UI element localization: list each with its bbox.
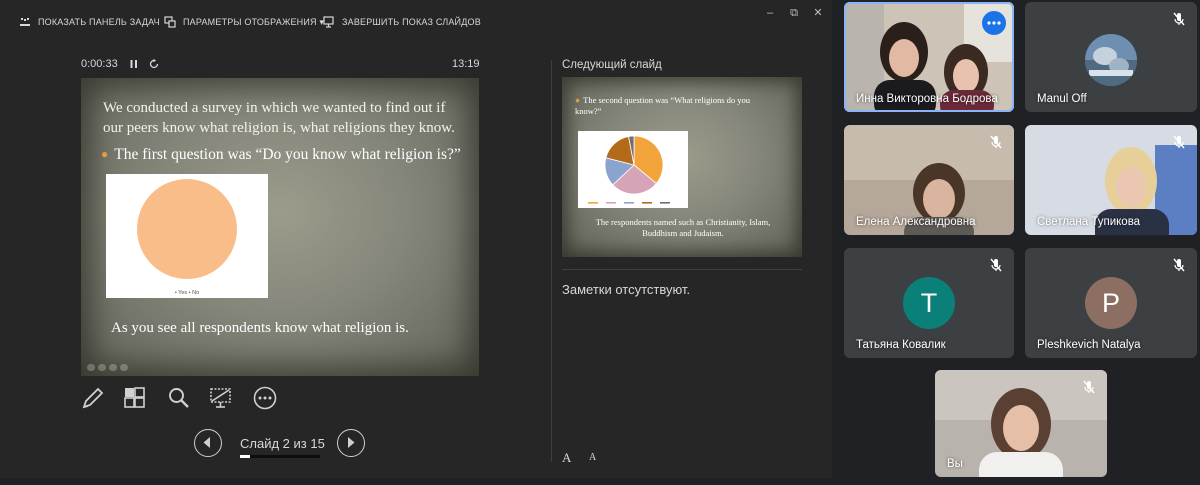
speaker-notes[interactable]: Заметки отсутствуют. — [562, 282, 690, 297]
more-options-icon[interactable] — [252, 385, 278, 411]
slide-bullet: ● The first question was “Do you know wha… — [101, 146, 471, 164]
minimize-button[interactable]: – — [760, 5, 780, 21]
mini-pen-icon[interactable] — [109, 364, 117, 371]
decrease-font-button[interactable]: A — [589, 452, 596, 463]
restart-timer-icon[interactable] — [148, 58, 160, 70]
muted-mic-icon — [1171, 257, 1187, 273]
display-settings-label: ПАРАМЕТРЫ ОТОБРАЖЕНИЯ ▾ — [183, 16, 325, 27]
pen-icon[interactable] — [80, 385, 106, 411]
avatar: T — [903, 277, 955, 329]
pie-slice — [137, 179, 237, 279]
slide-progress-bar — [240, 455, 320, 458]
display-settings-button[interactable]: ПАРАМЕТРЫ ОТОБРАЖЕНИЯ ▾ — [164, 14, 324, 30]
muted-mic-icon — [1171, 11, 1187, 27]
pause-icon[interactable] — [128, 58, 140, 70]
arrow-left-icon — [203, 437, 210, 448]
mini-next-icon[interactable] — [98, 364, 106, 371]
participant-name: Татьяна Ковалик — [856, 339, 946, 351]
end-slideshow-icon — [323, 16, 335, 28]
participant-name: Вы — [947, 458, 963, 470]
next-slide-conclusion: The respondents named such as Christiani… — [595, 217, 771, 238]
presenter-toolbar: ПОКАЗАТЬ ПАНЕЛЬ ЗАДАЧ ПАРАМЕТРЫ ОТОБРАЖЕ… — [0, 0, 832, 44]
black-screen-icon[interactable] — [208, 385, 234, 411]
more-horiz-icon — [987, 21, 1001, 25]
zoom-icon[interactable] — [166, 385, 192, 411]
presenter-view: ПОКАЗАТЬ ПАНЕЛЬ ЗАДАЧ ПАРАМЕТРЫ ОТОБРАЖЕ… — [0, 0, 832, 478]
arrow-right-icon — [348, 437, 355, 448]
participant-name: Pleshkevich Natalya — [1037, 339, 1141, 351]
show-taskbar-button[interactable]: ПОКАЗАТЬ ПАНЕЛЬ ЗАДАЧ — [19, 14, 160, 30]
next-slide-preview[interactable]: ● The second question was “What religions… — [562, 77, 802, 257]
muted-mic-icon — [1081, 379, 1097, 395]
participant-name: Елена Александровна — [856, 216, 976, 228]
participant-name: Светлана Тупикова — [1037, 216, 1141, 228]
increase-font-button[interactable]: A — [562, 450, 571, 466]
religions-pie-chart — [578, 131, 688, 208]
close-button[interactable]: ✕ — [808, 5, 828, 21]
display-settings-icon — [164, 16, 176, 28]
legend-swatch — [588, 202, 598, 204]
muted-mic-icon — [1171, 134, 1187, 150]
muted-mic-icon — [988, 134, 1004, 150]
legend-swatch — [624, 202, 634, 204]
participant-name: Manul Off — [1037, 93, 1087, 105]
legend-swatch — [606, 202, 616, 204]
end-slideshow-label: ЗАВЕРШИТЬ ПОКАЗ СЛАЙДОВ — [342, 17, 481, 27]
bullet-icon: ● — [575, 95, 581, 105]
legend-swatch — [642, 202, 652, 204]
next-slide-question: ● The second question was “What religions… — [575, 95, 775, 117]
restore-button[interactable]: ⧉ — [784, 5, 804, 21]
avatar — [1085, 34, 1137, 86]
clock: 13:19 — [452, 58, 480, 70]
slide-progress-fill — [240, 455, 251, 458]
slide-mini-toolbar — [87, 364, 139, 372]
avatar: P — [1085, 277, 1137, 329]
show-taskbar-label: ПОКАЗАТЬ ПАНЕЛЬ ЗАДАЧ — [38, 17, 160, 27]
mini-menu-icon[interactable] — [120, 364, 128, 371]
all-slides-icon[interactable] — [122, 385, 148, 411]
participant-tile[interactable]: Manul Off — [1025, 2, 1197, 112]
notes-divider[interactable] — [562, 269, 802, 270]
participant-tile[interactable]: T Татьяна Ковалик — [844, 248, 1014, 358]
mini-prev-icon[interactable] — [87, 364, 95, 371]
next-slide-question-text: The second question was “What religions … — [575, 95, 751, 116]
participant-name: Инна Викторовна Бодрова — [856, 93, 998, 105]
bullet-icon: ● — [101, 147, 109, 161]
previous-slide-button[interactable] — [194, 429, 222, 457]
participant-tile[interactable]: Елена Александровна — [844, 125, 1014, 235]
slide-conclusion: As you see all respondents know what rel… — [111, 320, 409, 336]
elapsed-timer: 0:00:33 — [81, 58, 118, 70]
end-slideshow-button[interactable]: ЗАВЕРШИТЬ ПОКАЗ СЛАЙДОВ — [323, 14, 481, 30]
pane-divider[interactable] — [551, 60, 552, 462]
next-slide-button[interactable] — [337, 429, 365, 457]
next-slide-label: Следующий слайд — [562, 59, 662, 71]
muted-mic-icon — [988, 257, 1004, 273]
yes-no-pie-chart: • Yes • No — [106, 174, 268, 298]
slide-intro-text: We conducted a survey in which we wanted… — [103, 100, 455, 136]
slide-counter: Слайд 2 из 15 — [240, 436, 325, 451]
self-view-tile[interactable]: Вы — [935, 370, 1107, 477]
chart-legend: • Yes • No — [175, 290, 199, 296]
participant-tile[interactable]: P Pleshkevich Natalya — [1025, 248, 1197, 358]
taskbar-icon — [19, 16, 31, 28]
participant-tile[interactable]: Инна Викторовна Бодрова — [844, 2, 1014, 112]
more-options-button[interactable] — [982, 11, 1006, 35]
slide-bullet-text: The first question was “Do you know what… — [114, 146, 461, 163]
current-slide[interactable]: We conducted a survey in which we wanted… — [81, 78, 479, 376]
participant-tile[interactable]: Светлана Тупикова — [1025, 125, 1197, 235]
legend-swatch — [660, 202, 670, 204]
